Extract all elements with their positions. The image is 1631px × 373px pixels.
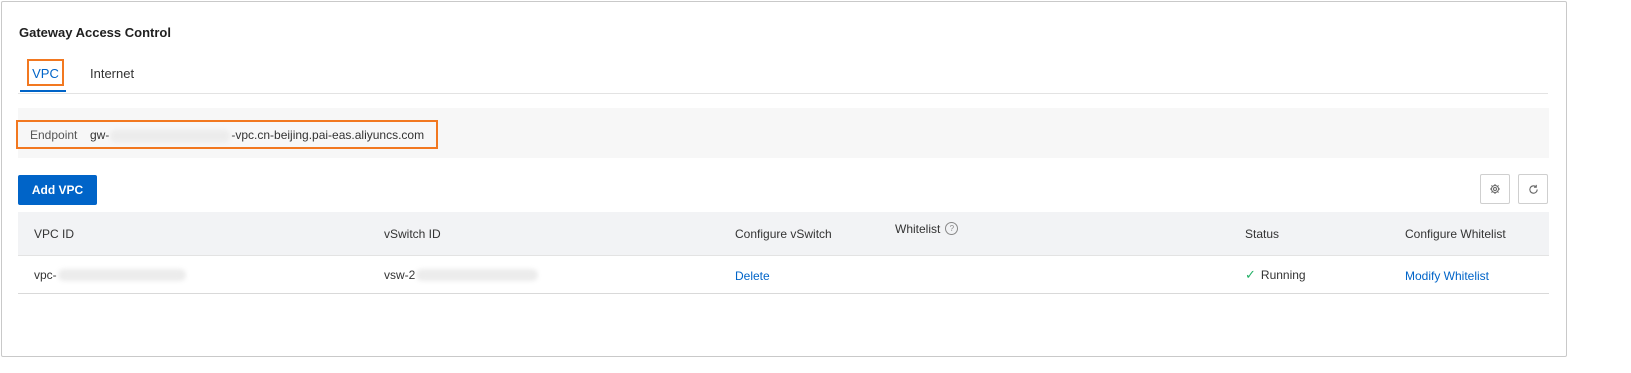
column-whitelist-label: Whitelist [895,221,941,236]
redacted-region [57,268,186,281]
gateway-access-control-panel [1,1,1567,357]
column-configure-vswitch: Configure vSwitch [735,226,832,241]
modify-whitelist-link[interactable]: Modify Whitelist [1405,257,1489,294]
column-configure-whitelist: Configure Whitelist [1405,226,1506,241]
column-status: Status [1245,226,1280,241]
column-vswitch-id: vSwitch ID [384,226,441,241]
table-row: vpc- vsw-2 Delete ✓ Running Modify White… [18,256,1549,294]
status-cell: ✓ Running [1245,256,1306,293]
vswitch-id-cell: vsw-2 [384,256,539,293]
gear-icon [1490,184,1500,194]
active-tab-indicator [20,90,66,92]
tab-bar: VPC Internet [18,58,1548,94]
column-vpc-id: VPC ID [34,226,75,241]
status-text: Running [1260,267,1306,282]
vpc-table: VPC ID vSwitch ID Configure vSwitch Whit… [18,212,1549,294]
add-vpc-button[interactable]: Add VPC [18,175,97,205]
vpc-id-value: vpc- [34,267,57,282]
tab-vpc-highlight [27,59,64,86]
delete-vswitch-link[interactable]: Delete [735,257,770,294]
help-icon[interactable]: ? [945,222,959,235]
endpoint-label: Endpoint [30,128,78,142]
redacted-region [416,268,539,281]
refresh-button[interactable] [1518,174,1548,204]
endpoint-value-suffix: -vpc.cn-beijing.pai-eas.aliyuncs.com [231,128,425,142]
endpoint-value: gw- -vpc.cn-beijing.pai-eas.aliyuncs.com [90,128,424,142]
table-header: VPC ID vSwitch ID Configure vSwitch Whit… [18,212,1549,256]
redacted-region [110,129,231,142]
tab-internet[interactable]: Internet [90,58,134,92]
settings-button[interactable] [1480,174,1510,204]
vswitch-id-value: vsw-2 [384,267,416,282]
vpc-id-cell: vpc- [34,256,187,293]
check-icon: ✓ [1245,266,1256,282]
endpoint-value-prefix: gw- [90,128,110,142]
column-whitelist: Whitelist ? [895,207,959,250]
refresh-icon [1528,184,1538,194]
section-title: Gateway Access Control [19,25,171,40]
